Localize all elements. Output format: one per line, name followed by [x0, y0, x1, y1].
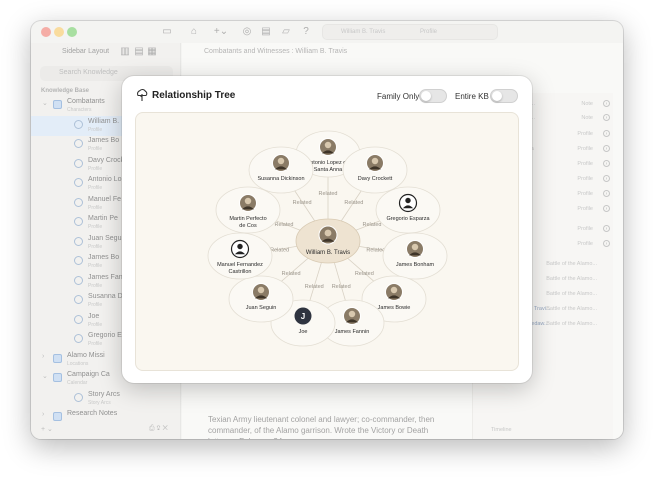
person-node-label: James Fannin: [335, 329, 370, 335]
edge-label: Related: [282, 271, 301, 277]
edge-label: Related: [332, 284, 351, 290]
person-node-label: Martin Perfecto: [229, 216, 266, 222]
portrait-face: [390, 286, 398, 294]
entire-kb-label: Entire KB: [455, 92, 489, 101]
person-node-label: Davy Crockett: [358, 176, 393, 182]
portrait-face: [411, 243, 419, 251]
edge-label: Related: [366, 247, 385, 253]
person-head-icon: [405, 197, 411, 204]
edge-label: Related: [363, 222, 382, 228]
person-node-label: Joe: [299, 329, 308, 335]
center-node-label: William B. Travis: [306, 250, 350, 256]
relationship-graph: Related Related Related Related Related Relat…: [207, 130, 448, 347]
edge-label: Related: [270, 247, 289, 253]
tree-icon: [136, 88, 148, 101]
portrait-face: [324, 141, 332, 149]
portrait-face: [371, 157, 379, 165]
portrait-face: [348, 310, 356, 318]
person-head-icon: [237, 243, 243, 250]
family-only-label: Family Only: [377, 92, 420, 101]
person-node[interactable]: Gregorio Esparza: [375, 186, 441, 234]
dialog-title: Relationship Tree: [152, 90, 236, 101]
relationship-graph-canvas[interactable]: Related Related Related Related Related Relat…: [135, 112, 519, 371]
portrait-face: [257, 286, 265, 294]
portrait-face: [244, 197, 252, 205]
person-node-label: Manuel Fernandez: [217, 262, 263, 268]
center-node-william-travis[interactable]: William B. Travis: [295, 218, 361, 264]
edge-label: Related: [305, 284, 324, 290]
edge-label: Related: [275, 222, 294, 228]
person-node[interactable]: James Bonham: [382, 232, 448, 280]
person-node[interactable]: Manuel FernandezCastrillon: [207, 232, 273, 280]
person-node-label: Susanna Dickinson: [257, 176, 304, 182]
person-node-label: Antonio Lopez de: [307, 160, 350, 166]
portrait-face: [277, 157, 285, 165]
avatar-initial: J: [301, 312, 305, 321]
person-node-label: Santa Anna: [314, 167, 343, 173]
relationship-tree-dialog: Relationship Tree Family Only Entire KB …: [122, 76, 532, 383]
person-node-label: James Bowie: [378, 305, 411, 311]
person-node[interactable]: Juan Seguin: [228, 275, 294, 323]
family-only-toggle[interactable]: [419, 89, 447, 103]
person-node[interactable]: Davy Crockett: [342, 146, 408, 194]
person-node-label: Gregorio Esparza: [386, 216, 430, 222]
person-node[interactable]: Martin Perfectode Cos: [215, 186, 281, 234]
portrait-face: [324, 229, 332, 237]
person-node-label: Castrillon: [229, 269, 252, 275]
edge-label: Related: [319, 191, 338, 197]
edge-label: Related: [355, 271, 374, 277]
entire-kb-toggle[interactable]: [490, 89, 518, 103]
edge-label: Related: [344, 200, 363, 206]
person-node-label: de Cos: [239, 223, 257, 229]
person-node-label: James Bonham: [396, 262, 435, 268]
person-node-label: Juan Seguin: [246, 305, 277, 311]
person-node[interactable]: Susanna Dickinson: [248, 146, 314, 194]
edge-label: Related: [293, 200, 312, 206]
